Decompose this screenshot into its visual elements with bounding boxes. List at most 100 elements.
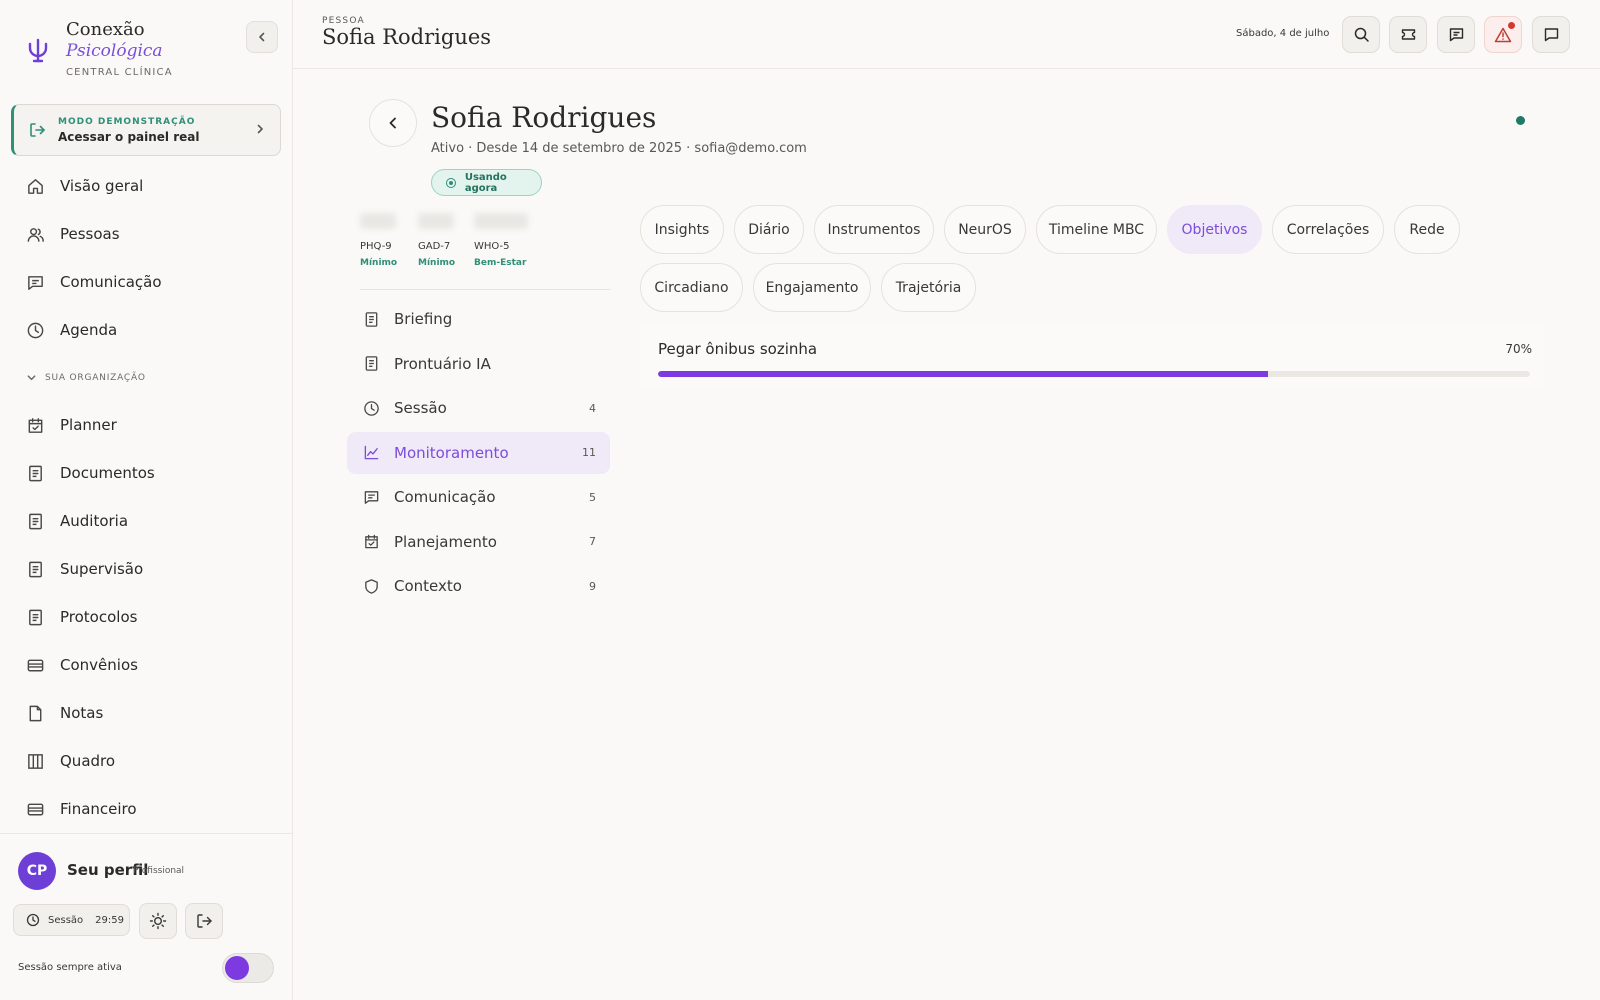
goal-title: Pegar ônibus sozinha: [658, 340, 818, 358]
score-name: PHQ-9: [360, 241, 392, 252]
goal-progress-label: 70%: [1505, 342, 1532, 356]
chevron-left-icon: [259, 32, 265, 42]
section-contexto[interactable]: Contexto 9: [347, 565, 610, 607]
tab-instrumentos[interactable]: Instrumentos: [814, 205, 934, 254]
demo-mode-label: MODO DEMONSTRAÇÃO: [58, 116, 196, 127]
users-icon: [27, 227, 44, 242]
score-value-blurred: [360, 213, 396, 229]
tab-objetivos[interactable]: Objetivos: [1167, 205, 1262, 254]
section-monitoramento[interactable]: Monitoramento 11: [347, 431, 610, 474]
score-gad7[interactable]: GAD-7 Mínimo: [418, 213, 455, 268]
chevron-left-icon: [389, 117, 396, 129]
profile-role: Profissional: [133, 866, 185, 876]
tab-neuros[interactable]: NeurOS: [944, 205, 1026, 254]
sidebar-item-convenios[interactable]: Convênios: [0, 641, 293, 689]
psi-logo-icon: [28, 38, 48, 63]
logout-button[interactable]: [185, 903, 223, 939]
tab-rede[interactable]: Rede: [1394, 205, 1460, 254]
chat-icon: [1544, 28, 1558, 42]
tab-correlacoes[interactable]: Correlações: [1272, 205, 1384, 254]
sidebar-item-label: Planner: [60, 416, 117, 434]
chat-button[interactable]: [1532, 16, 1570, 53]
message-icon: [364, 490, 379, 504]
sidebar-item-label: Convênios: [60, 656, 138, 674]
top-bar: PESSOA Sofia Rodrigues Sábado, 4 de julh…: [293, 0, 1600, 69]
section-label: Prontuário IA: [394, 354, 491, 373]
section-count: 4: [589, 401, 596, 415]
demo-mode-card[interactable]: MODO DEMONSTRAÇÃO Acessar o painel real: [11, 104, 281, 156]
sidebar-item-quadro[interactable]: Quadro: [0, 737, 293, 785]
sidebar-item-auditoria[interactable]: Auditoria: [0, 497, 293, 545]
score-name: WHO-5: [474, 241, 510, 252]
person-section-nav: Briefing Prontuário IA Sessão 4 Monitora…: [347, 298, 610, 610]
score-value-blurred: [418, 213, 454, 229]
sidebar-item-supervisao[interactable]: Supervisão: [0, 545, 293, 593]
score-who5[interactable]: WHO-5 Bem-Estar: [474, 213, 528, 268]
ticket-icon: [1401, 29, 1415, 40]
alerts-button[interactable]: [1484, 16, 1522, 53]
brand-title: Conexão: [66, 19, 145, 40]
back-button[interactable]: [369, 99, 417, 147]
tab-engajamento[interactable]: Engajamento: [753, 263, 871, 312]
theme-toggle-button[interactable]: [139, 903, 177, 939]
search-button[interactable]: [1342, 16, 1380, 53]
clock-icon: [364, 400, 379, 416]
current-date: Sábado, 4 de julho: [1236, 28, 1330, 39]
section-sessao[interactable]: Sessão 4: [347, 387, 610, 429]
org-section-toggle[interactable]: SUA ORGANIZAÇÃO: [0, 354, 293, 401]
org-section-label: SUA ORGANIZAÇÃO: [45, 372, 146, 383]
status-badge: Usando agora: [431, 169, 542, 196]
sidebar-item-pessoas[interactable]: Pessoas: [0, 210, 293, 258]
sidebar-item-comunicacao[interactable]: Comunicação: [0, 258, 293, 306]
brand-subtitle: CENTRAL CLÍNICA: [66, 67, 173, 78]
score-level: Bem-Estar: [474, 258, 527, 268]
sidebar-item-notas[interactable]: Notas: [0, 689, 293, 737]
sidebar-item-label: Quadro: [60, 752, 116, 770]
chevron-down-icon: [27, 375, 36, 381]
tab-trajetoria[interactable]: Trajetória: [881, 263, 976, 312]
demo-mode-action: Acessar o painel real: [58, 129, 200, 144]
always-active-toggle[interactable]: [222, 953, 274, 983]
session-label: Sessão: [48, 914, 84, 926]
score-level: Mínimo: [418, 258, 456, 268]
sidebar-item-agenda[interactable]: Agenda: [0, 306, 293, 354]
clock-icon: [27, 322, 44, 338]
tab-insights[interactable]: Insights: [640, 205, 724, 254]
document-icon: [29, 513, 42, 529]
tab-timeline-mbc[interactable]: Timeline MBC: [1036, 205, 1157, 254]
alert-badge: [1508, 22, 1515, 29]
tab-circadiano[interactable]: Circadiano: [640, 263, 743, 312]
messages-button[interactable]: [1437, 16, 1475, 53]
main-nav: Visão geral Pessoas Comunicação Agenda S…: [0, 162, 293, 833]
section-count: 9: [589, 579, 596, 593]
score-phq9[interactable]: PHQ-9 Mínimo: [360, 213, 397, 268]
goal-card[interactable]: Pegar ônibus sozinha 70%: [641, 323, 1544, 389]
section-label: Briefing: [394, 310, 453, 328]
section-comunicacao[interactable]: Comunicação 5: [347, 476, 610, 518]
section-briefing[interactable]: Briefing: [347, 298, 610, 340]
sidebar-item-documentos[interactable]: Documentos: [0, 449, 293, 497]
sidebar: Conexão Psicológica CENTRAL CLÍNICA MODO…: [0, 0, 293, 1000]
sidebar-item-planner[interactable]: Planner: [0, 401, 293, 449]
tab-diario[interactable]: Diário: [734, 205, 804, 254]
ticket-button[interactable]: [1389, 16, 1427, 53]
section-planejamento[interactable]: Planejamento 7: [347, 521, 610, 563]
section-label: Sessão: [394, 399, 447, 417]
logout-icon: [197, 914, 212, 928]
online-status-dot: [1516, 116, 1525, 125]
section-label: Planejamento: [394, 532, 497, 551]
avatar[interactable]: CP: [18, 852, 56, 890]
sidebar-item-financeiro[interactable]: Financeiro: [0, 785, 293, 833]
goal-progress-fill: [658, 371, 1269, 377]
file-icon: [29, 705, 42, 721]
section-prontuario-ia[interactable]: Prontuário IA: [347, 343, 610, 385]
sidebar-item-label: Financeiro: [60, 800, 137, 818]
brand-title-accent: Psicológica: [66, 41, 163, 61]
sidebar-item-visao-geral[interactable]: Visão geral: [0, 162, 293, 210]
sidebar-item-label: Supervisão: [60, 560, 144, 578]
sidebar-item-protocolos[interactable]: Protocolos: [0, 593, 293, 641]
session-timer-chip[interactable]: Sessão 29:59: [13, 904, 130, 936]
section-label: Comunicação: [394, 488, 496, 506]
collapse-sidebar-button[interactable]: [246, 21, 278, 53]
brand[interactable]: Conexão Psicológica CENTRAL CLÍNICA: [24, 20, 173, 78]
